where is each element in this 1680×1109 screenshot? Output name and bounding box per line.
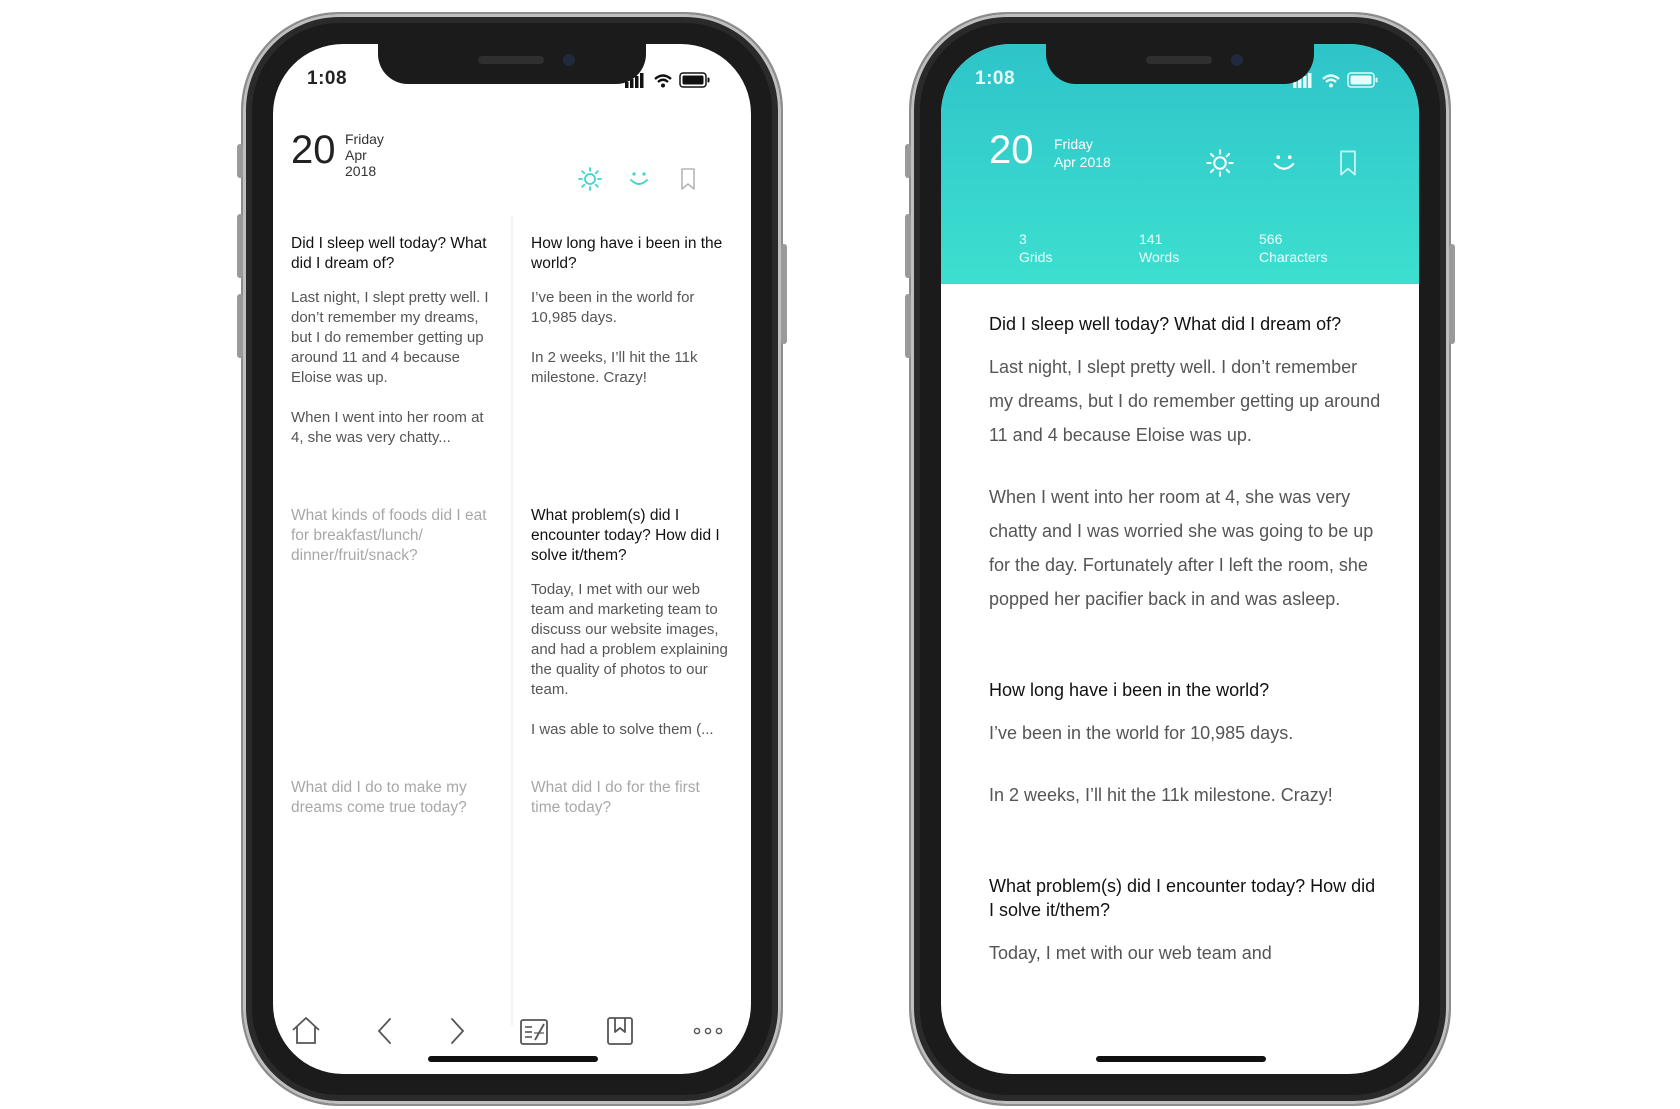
cell-question: How long have i been in the world? — [531, 235, 723, 272]
status-time: 1:08 — [307, 68, 348, 89]
volume-up-button — [237, 214, 243, 278]
weekday: Friday — [345, 131, 384, 147]
entry-question: How long have i been in the world? — [989, 680, 1270, 700]
camera — [1231, 54, 1243, 66]
volume-up-button — [905, 214, 911, 278]
weekday: Friday — [1054, 136, 1093, 152]
cell-answer: Today, I met with our web team and marke… — [531, 581, 728, 698]
entry-question: Did I sleep well today? What did I dream… — [989, 314, 1342, 334]
cell-answer: I’ve been in the world for 10,985 days. — [531, 289, 695, 326]
mute-switch — [237, 144, 243, 178]
forward-arrow-icon[interactable] — [439, 1014, 473, 1048]
cell-question-empty: What kinds of foods did I eat for breakf… — [291, 507, 487, 564]
grid-edit-icon[interactable] — [517, 1014, 551, 1048]
stat-grids: 3 Grids — [1019, 230, 1052, 266]
volume-down-button — [237, 294, 243, 358]
cell-answer-more: In 2 weeks, I’ll hit the 11k milestone. … — [531, 349, 698, 386]
entry-paragraph: Last night, I slept pretty well. I don’t… — [989, 357, 1381, 445]
grid-cell-problems[interactable]: What problem(s) did I encounter today? H… — [513, 488, 751, 760]
stat-words: 141 Words — [1139, 230, 1179, 266]
volume-down-button — [905, 294, 911, 358]
speaker — [478, 56, 544, 64]
entry-paragraph: In 2 weeks, I’ll hit the 11k milestone. … — [989, 785, 1333, 805]
stat-value: 141 — [1139, 231, 1163, 247]
bookmark-book-icon[interactable] — [603, 1014, 637, 1048]
phone-left: 1:08 20 Friday Apr 2018 Did I sleep well… — [237, 14, 787, 1104]
grid-cell-dreams[interactable]: What did I do to make my dreams come tru… — [273, 760, 511, 1000]
entry-spacer — [989, 616, 1381, 650]
power-button — [781, 244, 787, 344]
power-button — [1449, 244, 1455, 344]
grid-cell-sleep[interactable]: Did I sleep well today? What did I dream… — [273, 216, 511, 488]
cell-question: Did I sleep well today? What did I dream… — [291, 235, 487, 272]
sun-icon[interactable] — [577, 166, 603, 192]
stat-label: Grids — [1019, 249, 1053, 265]
month-year: Apr 2018 — [345, 147, 377, 179]
back-arrow-icon[interactable] — [369, 1014, 403, 1048]
cell-answer-more: I was able to solve them (... — [531, 721, 714, 738]
smile-icon[interactable] — [1269, 148, 1299, 178]
cell-answer-more: When I went into her room at 4, she was … — [291, 409, 484, 446]
phone-right: 20 Friday Apr 2018 3 Grids 141 Words 566… — [905, 14, 1455, 1104]
cell-answer: Last night, I slept pretty well. I don’t… — [291, 289, 489, 386]
tab-bar — [273, 1014, 751, 1054]
speaker — [1146, 56, 1212, 64]
cell-question-empty: What did I do for the first time today? — [531, 779, 700, 816]
stat-label: Characters — [1259, 249, 1328, 265]
stat-value: 566 — [1259, 231, 1283, 247]
month-year: Apr 2018 — [1054, 154, 1111, 170]
status-time: 1:08 — [975, 68, 1016, 89]
entry-reader[interactable]: Did I sleep well today? What did I dream… — [989, 284, 1381, 970]
more-icon[interactable] — [691, 1014, 725, 1048]
signal-wifi-battery-icon — [625, 72, 710, 88]
stat-characters: 566 Characters — [1259, 230, 1327, 266]
screen-grid-view: 1:08 20 Friday Apr 2018 Did I sleep well… — [273, 44, 751, 1074]
sun-icon[interactable] — [1205, 148, 1235, 178]
home-icon[interactable] — [289, 1014, 323, 1048]
notch — [1046, 44, 1314, 84]
entry-paragraph: Today, I met with our web team and — [989, 943, 1272, 963]
bookmark-icon[interactable] — [1333, 148, 1363, 178]
entry-question: What problem(s) did I encounter today? H… — [989, 876, 1376, 920]
entry-paragraph: I’ve been in the world for 10,985 days. — [989, 723, 1294, 743]
grid-cell-world[interactable]: How long have i been in the world? I’ve … — [513, 216, 751, 488]
cell-question-empty: What did I do to make my dreams come tru… — [291, 779, 467, 816]
bookmark-icon[interactable] — [675, 166, 701, 192]
grid-cell-foods[interactable]: What kinds of foods did I eat for breakf… — [273, 488, 511, 760]
notch — [378, 44, 646, 84]
entry-paragraph: When I went into her room at 4, she was … — [989, 487, 1374, 609]
entry-spacer — [989, 812, 1381, 846]
screen-reader-view: 20 Friday Apr 2018 3 Grids 141 Words 566… — [941, 44, 1419, 1074]
mute-switch — [905, 144, 911, 178]
camera — [563, 54, 575, 66]
stat-value: 3 — [1019, 231, 1027, 247]
day-number: 20 — [291, 128, 336, 172]
stat-label: Words — [1139, 249, 1180, 265]
cell-question: What problem(s) did I encounter today? H… — [531, 507, 720, 564]
signal-wifi-battery-icon — [1293, 72, 1378, 88]
smile-icon[interactable] — [626, 166, 652, 192]
grid-cell-first-time[interactable]: What did I do for the first time today? — [513, 760, 751, 1000]
home-indicator[interactable] — [1096, 1056, 1266, 1062]
day-number: 20 — [989, 128, 1034, 172]
home-indicator[interactable] — [428, 1056, 598, 1062]
